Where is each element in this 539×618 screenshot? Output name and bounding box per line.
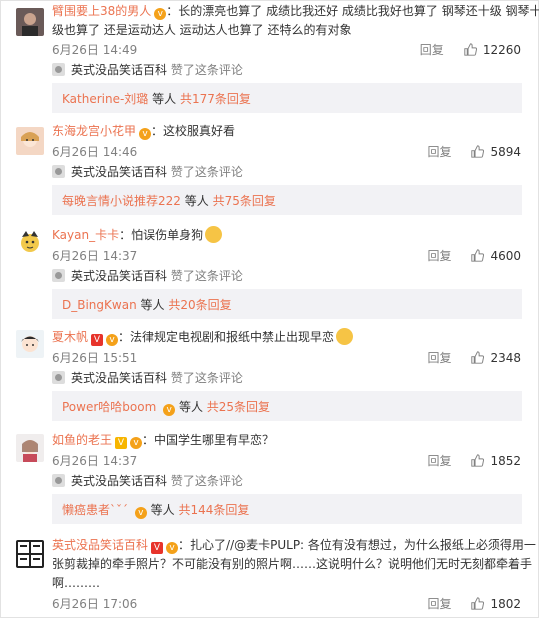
liked-by: 英式没品笑话百科 赞了这条评论 (52, 267, 243, 284)
liked-by: 英式没品笑话百科 赞了这条评论 (52, 472, 243, 489)
user-avatar[interactable] (16, 228, 44, 256)
comment-text: 长的漂亮也算了 成绩比我还好 成绩比我好也算了 钢琴还十级 钢琴十 (178, 4, 539, 18)
weibo-source-icon (52, 165, 65, 178)
comment-item: 夏木帆 Vv ：法律规定电视剧和报纸中禁止出现早恋 6月26日 15:51 回复 2… (0, 320, 539, 421)
reply-count-link[interactable]: 共177条回复 (180, 92, 251, 106)
replies-summary[interactable]: Power哈哈boom v 等人 共25条回复 (52, 391, 522, 421)
reply-button[interactable]: 回复 (427, 247, 451, 264)
weibo-source-icon (52, 474, 65, 487)
reply-user-link[interactable]: Power哈哈boom (62, 400, 156, 414)
reply-count-link[interactable]: 共75条回复 (213, 194, 276, 208)
liked-by-source[interactable]: 英式没品笑话百科 (71, 61, 167, 78)
like-button[interactable]: 1802 (471, 597, 521, 611)
reply-button[interactable]: 回复 (427, 349, 451, 366)
thumbs-up-icon (471, 351, 485, 364)
vip-icon: v (106, 334, 119, 346)
thumbs-up-icon (471, 145, 485, 158)
user-avatar[interactable] (16, 127, 44, 155)
vip-icon: v (166, 542, 179, 554)
thumbs-up-icon (471, 249, 485, 262)
replies-summary[interactable]: Katherine-刘璐 等人 共177条回复 (52, 83, 522, 113)
username-link[interactable]: 臂围要上38的男人 (52, 4, 151, 18)
comment-text: 中国学生哪里有早恋？ (154, 433, 275, 447)
user-avatar[interactable] (16, 330, 44, 358)
reply-count-link[interactable]: 共25条回复 (207, 400, 270, 414)
user-avatar[interactable] (16, 8, 44, 36)
reply-button[interactable]: 回复 (420, 41, 444, 58)
replies-summary[interactable]: 懒癌患者`ˇ´ v 等人 共144条回复 (52, 494, 522, 524)
comment-text: 扎心了//@麦卡PULP: 各位有没有想过，为什么报纸上必须得用一 (190, 538, 536, 552)
reply-count-link[interactable]: 共144条回复 (179, 503, 250, 517)
like-button[interactable]: 1852 (471, 454, 521, 468)
username-link[interactable]: Kayan_卡卡 (52, 228, 119, 242)
comment-text-cont: 啊……… (52, 576, 101, 590)
comment-time: 6月26日 15:51 (52, 351, 138, 365)
reply-user-link[interactable]: D_BingKwan (62, 298, 137, 312)
cat-emoji-icon (336, 328, 354, 345)
username-link[interactable]: 英式没品笑话百科 (52, 538, 148, 552)
like-count: 4600 (490, 248, 521, 263)
crying-emoji-icon (205, 226, 223, 243)
like-count: 1802 (490, 596, 521, 611)
liked-by-source[interactable]: 英式没品笑话百科 (71, 267, 167, 284)
liked-by: 英式没品笑话百科 赞了这条评论 (52, 369, 243, 386)
reply-button[interactable]: 回复 (427, 452, 451, 469)
like-button[interactable]: 2348 (471, 351, 521, 365)
comment-time: 6月26日 14:37 (52, 249, 138, 263)
reply-user-link[interactable]: 每晚言情小说推荐222 (62, 194, 181, 208)
username-link[interactable]: 东海龙宫小花甲 (52, 124, 136, 138)
like-button[interactable]: 5894 (471, 145, 521, 159)
comment-text: 怕误伤单身狗 (131, 228, 204, 242)
comment-text-cont: 级也算了 还是运动达人 运动达人也算了 还特么的有对象 (52, 23, 352, 37)
reply-user-link[interactable]: 懒癌患者`ˇ´ (62, 503, 128, 517)
liked-by-source[interactable]: 英式没品笑话百科 (71, 163, 167, 180)
comment-item: 东海龙宫小花甲 v ：这校服真好看 6月26日 14:46 回复 5894 英式没品… (0, 118, 539, 218)
like-button[interactable]: 4600 (471, 249, 521, 263)
comment-text: 法律规定电视剧和报纸中禁止出现早恋 (130, 330, 335, 344)
liked-by-source[interactable]: 英式没品笑话百科 (71, 369, 167, 386)
vip-icon: v (134, 507, 147, 519)
weibo-source-icon (52, 371, 65, 384)
vip-icon: v (130, 437, 143, 449)
user-avatar[interactable] (16, 434, 44, 462)
like-count: 1852 (490, 453, 521, 468)
verified-icon: V (115, 437, 128, 449)
vip-icon: v (154, 8, 167, 20)
reply-user-link[interactable]: Katherine-刘璐 (62, 92, 148, 106)
comment-item: Kayan_卡卡：怕误伤单身狗 6月26日 14:37 回复 4600 英式没品… (0, 218, 539, 320)
thumbs-up-icon (464, 43, 477, 56)
comment-text: 这校服真好看 (163, 124, 236, 138)
replies-summary[interactable]: 每晚言情小说推荐222 等人 共75条回复 (52, 185, 522, 215)
verified-icon: V (91, 334, 104, 346)
comment-item: 英式没品笑话百科 Vv ：扎心了//@麦卡PULP: 各位有没有想过，为什么报纸上必… (0, 524, 539, 618)
comment-item: 如鱼的老王 Vv ：中国学生哪里有早恋？ 6月26日 14:37 回复 1852 英… (0, 420, 539, 524)
like-count: 12260 (482, 42, 521, 57)
comment-time: 6月26日 17:06 (52, 597, 138, 611)
like-count: 2348 (490, 350, 521, 365)
weibo-source-icon (52, 63, 65, 76)
comment-text-cont: 张剪裁掉的牵手照片？不可能没有别的照片啊……这说明什么？说明他们无时无刻都牵着手 (52, 557, 533, 571)
verified-icon: V (151, 542, 164, 554)
comment-item: 臂围要上38的男人 v ：长的漂亮也算了 成绩比我还好 成绩比我好也算了 钢琴还十级… (0, 0, 539, 118)
username-link[interactable]: 如鱼的老王 (52, 433, 112, 447)
thumbs-up-icon (471, 597, 485, 610)
like-count: 5894 (490, 144, 521, 159)
username-link[interactable]: 夏木帆 (52, 330, 88, 344)
liked-by-source[interactable]: 英式没品笑话百科 (71, 472, 167, 489)
comment-time: 6月26日 14:49 (52, 43, 138, 57)
reply-count-link[interactable]: 共20条回复 (168, 298, 231, 312)
user-avatar[interactable] (16, 540, 44, 568)
liked-by: 英式没品笑话百科 赞了这条评论 (52, 163, 243, 180)
comment-time: 6月26日 14:46 (52, 145, 138, 159)
reply-button[interactable]: 回复 (427, 595, 451, 612)
like-button[interactable]: 12260 (464, 43, 521, 57)
thumbs-up-icon (471, 454, 485, 467)
reply-button[interactable]: 回复 (427, 143, 451, 160)
vip-icon: v (163, 404, 176, 416)
liked-by: 英式没品笑话百科 赞了这条评论 (52, 61, 243, 78)
replies-summary[interactable]: D_BingKwan 等人 共20条回复 (52, 289, 522, 319)
weibo-source-icon (52, 269, 65, 282)
vip-icon: v (139, 128, 152, 140)
comment-time: 6月26日 14:37 (52, 454, 138, 468)
